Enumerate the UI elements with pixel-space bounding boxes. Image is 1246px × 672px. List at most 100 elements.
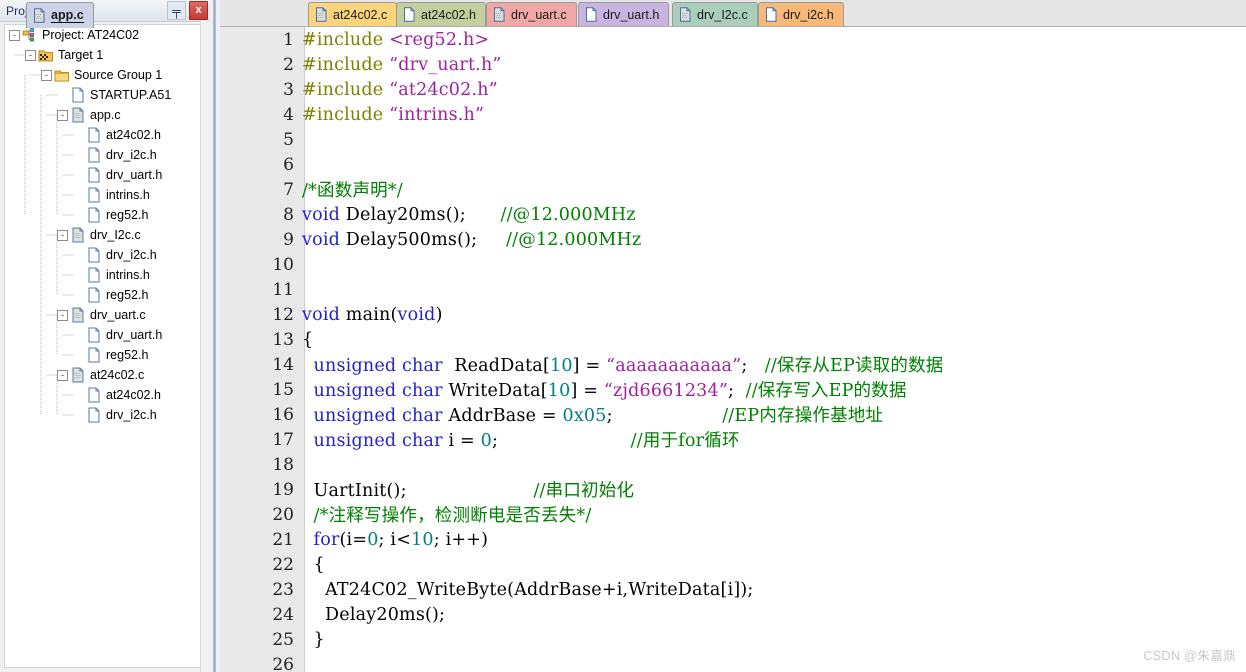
tab-file-icon bbox=[679, 7, 692, 22]
code-line-text[interactable]: #include “intrins.h” bbox=[298, 105, 1246, 125]
code-line: 22 { bbox=[220, 552, 1246, 577]
tree-expander-icon[interactable]: - bbox=[57, 309, 68, 321]
tree-expander-icon[interactable]: - bbox=[41, 69, 52, 81]
project-tree[interactable]: - Project: AT24C02- Target 1- Source Group … bbox=[4, 24, 201, 668]
code-line-text[interactable]: unsigned char i = 0; //用于for循环 bbox=[298, 427, 1246, 452]
code-line-text[interactable]: #include “drv_uart.h” bbox=[298, 55, 1246, 75]
tree-expander-icon[interactable]: - bbox=[57, 369, 68, 381]
code-line-text[interactable]: void main(void) bbox=[298, 305, 1246, 325]
line-number: 15 bbox=[272, 379, 294, 400]
code-line-text[interactable]: AT24C02_WriteByte(AddrBase+i,WriteData[i… bbox=[298, 580, 1246, 600]
code-line-text[interactable]: void Delay20ms(); //@12.000MHz bbox=[298, 205, 1246, 225]
tab-label: drv_uart.h bbox=[603, 7, 660, 22]
folder-icon bbox=[54, 67, 70, 83]
tree-item[interactable]: drv_uart.h bbox=[5, 325, 200, 345]
tree-item[interactable]: drv_i2c.h bbox=[5, 245, 200, 265]
tree-expander-icon[interactable]: - bbox=[57, 229, 68, 241]
code-line-text[interactable]: /*注释写操作，检测断电是否丢失*/ bbox=[298, 502, 1246, 527]
tree-item[interactable]: reg52.h bbox=[5, 285, 200, 305]
tree-expander-icon[interactable]: - bbox=[9, 29, 20, 41]
project-pane-scrollbar[interactable] bbox=[200, 21, 210, 672]
pin-icon[interactable]: ╤ bbox=[167, 1, 186, 20]
code-token: “drv_uart.h” bbox=[389, 54, 502, 75]
code-line-text[interactable]: { bbox=[298, 555, 1246, 575]
line-number: 17 bbox=[272, 429, 294, 450]
tree-item-label: app.c bbox=[90, 107, 121, 122]
code-line-text[interactable]: for(i=0; i<10; i++) bbox=[298, 530, 1246, 550]
tree-item[interactable]: - Project: AT24C02 bbox=[5, 25, 200, 45]
code-line-text[interactable]: #include “at24c02.h” bbox=[298, 80, 1246, 100]
line-number: 7 bbox=[283, 179, 294, 200]
editor-tab[interactable]: at24c02.c bbox=[308, 2, 398, 26]
code-token: Delay20ms(); bbox=[302, 604, 446, 625]
code-line-text[interactable]: void Delay500ms(); //@12.000MHz bbox=[298, 230, 1246, 250]
code-content[interactable]: 1 #include <reg52.h> 2 #include “drv_uart.h… bbox=[220, 27, 1246, 672]
line-number: 22 bbox=[272, 554, 294, 575]
editor-tab[interactable]: drv_uart.c bbox=[486, 2, 577, 26]
code-line: 18 bbox=[220, 452, 1246, 477]
tree-item[interactable]: at24c02.h bbox=[5, 125, 200, 145]
code-token: /*函数声明*/ bbox=[302, 181, 403, 201]
tree-item[interactable]: - drv_I2c.c bbox=[5, 225, 200, 245]
code-line-text[interactable]: } bbox=[298, 630, 1246, 650]
close-icon[interactable]: x bbox=[189, 1, 208, 20]
code-line: 3 #include “at24c02.h” bbox=[220, 77, 1246, 102]
tree-item[interactable]: - drv_uart.c bbox=[5, 305, 200, 325]
tree-item[interactable]: intrins.h bbox=[5, 265, 200, 285]
code-line: 12 void main(void) bbox=[220, 302, 1246, 327]
code-token: 0x05 bbox=[562, 406, 607, 426]
tree-item-label: STARTUP.A51 bbox=[90, 87, 172, 102]
editor-tab[interactable]: drv_I2c.c bbox=[672, 2, 758, 26]
tree-item[interactable]: STARTUP.A51 bbox=[5, 85, 200, 105]
tree-item[interactable]: reg52.h bbox=[5, 205, 200, 225]
tree-item[interactable]: drv_i2c.h bbox=[5, 145, 200, 165]
code-line-text[interactable]: { bbox=[298, 330, 1246, 350]
code-line-text[interactable]: Delay20ms(); bbox=[298, 605, 1246, 625]
file-icon bbox=[86, 347, 102, 363]
line-number: 5 bbox=[283, 129, 294, 150]
pane-splitter[interactable] bbox=[210, 0, 220, 672]
editor-tab[interactable]: app.c bbox=[26, 2, 94, 28]
tab-file-icon bbox=[585, 7, 598, 22]
project-pane-titlebar-buttons: ╤ x bbox=[167, 1, 208, 20]
code-line-text[interactable]: unsigned char WriteData[10] = “zjd666123… bbox=[298, 377, 1246, 402]
code-token: unsigned char bbox=[313, 406, 443, 426]
code-line-text[interactable]: #include <reg52.h> bbox=[298, 30, 1246, 50]
code-token: 10 bbox=[549, 356, 573, 376]
tree-item-label: Source Group 1 bbox=[74, 67, 163, 82]
editor-tab[interactable]: at24c02.h bbox=[396, 2, 486, 26]
line-number: 2 bbox=[283, 54, 294, 75]
tree-item-label: drv_I2c.c bbox=[90, 227, 141, 242]
tree-item-label: intrins.h bbox=[106, 267, 150, 282]
code-token: #include bbox=[302, 29, 390, 50]
code-token: 0 bbox=[367, 529, 379, 550]
tree-item[interactable]: drv_uart.h bbox=[5, 165, 200, 185]
tree-expander-icon[interactable]: - bbox=[25, 49, 36, 61]
tree-item[interactable]: at24c02.h bbox=[5, 385, 200, 405]
tree-item[interactable]: intrins.h bbox=[5, 185, 200, 205]
tree-item[interactable]: drv_i2c.h bbox=[5, 405, 200, 425]
code-line: 21 for(i=0; i<10; i++) bbox=[220, 527, 1246, 552]
tree-item[interactable]: - app.c bbox=[5, 105, 200, 125]
code-line: 6 bbox=[220, 152, 1246, 177]
code-token: 10 bbox=[547, 381, 571, 401]
line-number: 12 bbox=[272, 304, 294, 325]
code-token: Delay20ms(); bbox=[340, 204, 466, 225]
code-line-text[interactable]: UartInit(); //串口初始化 bbox=[298, 477, 1246, 502]
code-token: WriteData[ bbox=[442, 381, 548, 401]
tree-expander-icon[interactable]: - bbox=[57, 109, 68, 121]
tree-item[interactable]: - at24c02.c bbox=[5, 365, 200, 385]
code-line-text[interactable]: unsigned char ReadData[10] = “aaaaaaaaaa… bbox=[298, 352, 1246, 377]
code-line-text[interactable]: unsigned char AddrBase = 0x05; //EP内存操作基… bbox=[298, 402, 1246, 427]
code-editor[interactable]: 1 #include <reg52.h> 2 #include “drv_uart.h… bbox=[220, 27, 1246, 672]
tree-item[interactable]: - Target 1 bbox=[5, 45, 200, 65]
tree-item[interactable]: - Source Group 1 bbox=[5, 65, 200, 85]
file-icon bbox=[86, 407, 102, 423]
editor-tab[interactable]: drv_uart.h bbox=[578, 2, 670, 26]
code-line-text[interactable]: /*函数声明*/ bbox=[298, 177, 1246, 202]
editor-tab[interactable]: drv_i2c.h bbox=[758, 2, 844, 26]
tree-item[interactable]: reg52.h bbox=[5, 345, 200, 365]
line-number: 26 bbox=[272, 654, 294, 672]
